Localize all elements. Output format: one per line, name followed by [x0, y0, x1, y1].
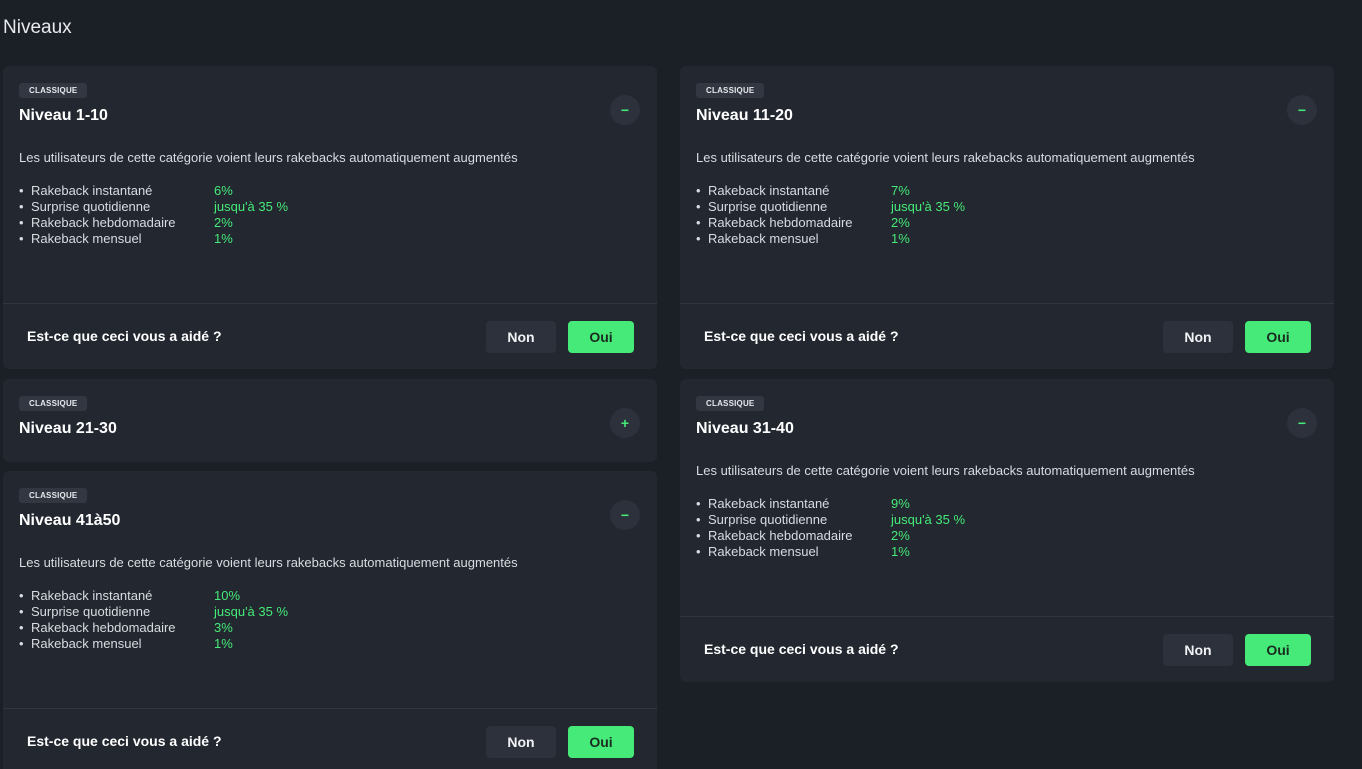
benefit-item-daily: • Surprise quotidienne jusqu'à 35 %	[19, 199, 289, 214]
page-title: Niveaux	[3, 17, 72, 38]
benefits-list: • Rakeback instantané 7% • Surprise quotidi…	[696, 183, 965, 247]
feedback-question: Est-ce que ceci vous a aidé ?	[27, 328, 222, 344]
benefit-item-instant: • Rakeback instantané 7%	[696, 183, 910, 198]
benefit-item-daily: • Surprise quotidienne jusqu'à 35 %	[696, 512, 966, 527]
benefit-item-weekly: • Rakeback hebdomadaire 2%	[696, 215, 910, 230]
feedback-question: Est-ce que ceci vous a aidé ?	[27, 733, 222, 749]
feedback-yes-button[interactable]: Oui	[568, 726, 634, 758]
feedback-question: Est-ce que ceci vous a aidé ?	[704, 328, 899, 344]
benefit-item-monthly: • Rakeback mensuel 1%	[19, 636, 233, 651]
benefits-list: • Rakeback instantané 10% • Surprise quotid…	[19, 588, 288, 652]
divider	[680, 616, 1334, 617]
benefit-item-weekly: • Rakeback hebdomadaire 2%	[19, 215, 233, 230]
benefit-label: Rakeback mensuel	[31, 636, 142, 651]
level-description: Les utilisateurs de cette catégorie voie…	[696, 150, 1195, 165]
benefit-value: jusqu'à 35 %	[891, 199, 966, 214]
benefits-list: • Rakeback instantané 9% • Surprise quotidi…	[696, 496, 965, 560]
benefit-value: 6%	[214, 183, 233, 198]
benefit-label: Rakeback instantané	[708, 183, 830, 198]
level-card-1-10: CLASSIQUE Niveau 1-10 − Les utilisateurs…	[3, 66, 657, 369]
benefit-label: Rakeback hebdomadaire	[31, 620, 176, 635]
category-badge: CLASSIQUE	[19, 83, 88, 98]
benefit-value: jusqu'à 35 %	[214, 604, 289, 619]
benefit-item-monthly: • Rakeback mensuel 1%	[696, 231, 910, 246]
benefit-label: Surprise quotidienne	[31, 604, 151, 619]
category-badge: CLASSIQUE	[696, 83, 765, 98]
collapse-button[interactable]: −	[1287, 95, 1317, 125]
level-description: Les utilisateurs de cette catégorie voie…	[19, 555, 518, 570]
level-title: Niveau 21-30	[19, 420, 117, 437]
benefit-item-instant: • Rakeback instantané 9%	[696, 496, 910, 511]
benefit-item-weekly: • Rakeback hebdomadaire 2%	[696, 528, 910, 543]
category-badge: CLASSIQUE	[19, 396, 88, 411]
feedback-yes-button[interactable]: Oui	[568, 321, 634, 353]
feedback-no-button[interactable]: Non	[486, 726, 556, 758]
level-description: Les utilisateurs de cette catégorie voie…	[19, 150, 518, 165]
benefit-value: 9%	[891, 496, 910, 511]
level-card-21-30[interactable]: CLASSIQUE Niveau 21-30 +	[3, 379, 657, 462]
divider	[680, 303, 1334, 304]
benefit-label: Rakeback mensuel	[708, 231, 819, 246]
category-badge: CLASSIQUE	[696, 396, 765, 411]
collapse-button[interactable]: −	[610, 95, 640, 125]
feedback-yes-button[interactable]: Oui	[1245, 634, 1311, 666]
level-card-11-20: CLASSIQUE Niveau 11-20 − Les utilisateur…	[680, 66, 1334, 369]
benefit-value: 1%	[891, 231, 910, 246]
benefit-item-monthly: • Rakeback mensuel 1%	[19, 231, 233, 246]
level-description: Les utilisateurs de cette catégorie voie…	[696, 463, 1195, 478]
level-card-31-40: CLASSIQUE Niveau 31-40 − Les utilisateur…	[680, 379, 1334, 682]
level-card-41-50: CLASSIQUE Niveau 41à50 − Les utilisateur…	[3, 471, 657, 769]
benefit-value: 2%	[891, 215, 910, 230]
expand-button[interactable]: +	[610, 408, 640, 438]
feedback-question: Est-ce que ceci vous a aidé ?	[704, 641, 899, 657]
benefit-value: 2%	[891, 528, 910, 543]
benefit-label: Rakeback instantané	[708, 496, 830, 511]
benefit-value: 1%	[891, 544, 910, 559]
feedback-no-button[interactable]: Non	[1163, 321, 1233, 353]
benefit-item-instant: • Rakeback instantané 10%	[19, 588, 241, 603]
divider	[3, 708, 657, 709]
level-title: Niveau 11-20	[696, 107, 793, 124]
feedback-no-button[interactable]: Non	[1163, 634, 1233, 666]
benefit-label: Rakeback hebdomadaire	[708, 215, 853, 230]
divider	[3, 303, 657, 304]
benefit-value: 1%	[214, 636, 233, 651]
feedback-no-button[interactable]: Non	[486, 321, 556, 353]
category-badge: CLASSIQUE	[19, 488, 88, 503]
benefit-label: Rakeback instantané	[31, 588, 153, 603]
level-title: Niveau 1-10	[19, 107, 108, 124]
benefit-label: Rakeback mensuel	[708, 544, 819, 559]
benefit-label: Surprise quotidienne	[31, 199, 151, 214]
benefit-label: Rakeback hebdomadaire	[31, 215, 176, 230]
benefit-value: 2%	[214, 215, 233, 230]
benefit-value: jusqu'à 35 %	[214, 199, 289, 214]
benefit-item-daily: • Surprise quotidienne jusqu'à 35 %	[696, 199, 966, 214]
benefit-value: 3%	[214, 620, 233, 635]
collapse-button[interactable]: −	[1287, 408, 1317, 438]
benefit-value: 10%	[214, 588, 241, 603]
collapse-button[interactable]: −	[610, 500, 640, 530]
benefit-label: Surprise quotidienne	[708, 512, 828, 527]
level-title: Niveau 41à50	[19, 512, 121, 529]
benefit-label: Rakeback mensuel	[31, 231, 142, 246]
benefit-item-weekly: • Rakeback hebdomadaire 3%	[19, 620, 233, 635]
feedback-yes-button[interactable]: Oui	[1245, 321, 1311, 353]
benefit-value: 7%	[891, 183, 910, 198]
benefits-list: • Rakeback instantané 6% • Surprise quotidi…	[19, 183, 288, 247]
benefit-item-daily: • Surprise quotidienne jusqu'à 35 %	[19, 604, 289, 619]
benefit-value: jusqu'à 35 %	[891, 512, 966, 527]
benefit-value: 1%	[214, 231, 233, 246]
benefit-label: Rakeback instantané	[31, 183, 153, 198]
benefit-item-instant: • Rakeback instantané 6%	[19, 183, 233, 198]
benefit-label: Rakeback hebdomadaire	[708, 528, 853, 543]
level-title: Niveau 31-40	[696, 420, 794, 437]
benefit-item-monthly: • Rakeback mensuel 1%	[696, 544, 910, 559]
benefit-label: Surprise quotidienne	[708, 199, 828, 214]
